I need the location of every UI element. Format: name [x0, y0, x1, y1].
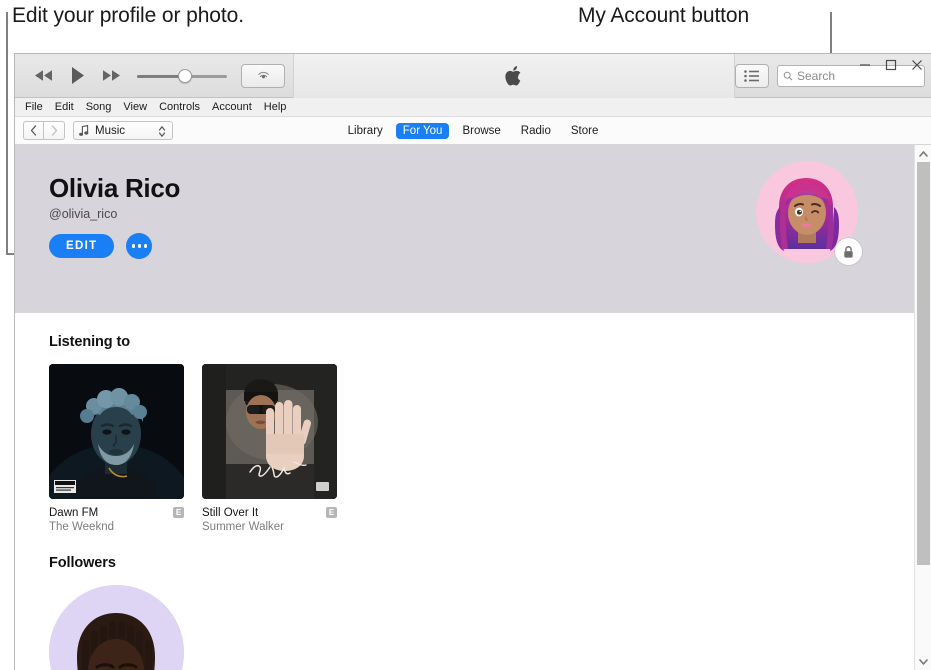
scroll-down-button[interactable]	[915, 653, 931, 670]
volume-knob[interactable]	[178, 68, 192, 83]
rewind-icon[interactable]	[27, 62, 61, 90]
nav-arrows	[23, 121, 65, 140]
album-title: Still Over It	[202, 507, 259, 519]
album-artwork-still-over-it[interactable]	[202, 364, 337, 499]
album-title: Dawn FM	[49, 507, 99, 519]
scroll-viewport: Olivia Rico @olivia_rico EDIT Listening …	[15, 145, 914, 670]
menu-item-file[interactable]: File	[19, 98, 49, 117]
menu-item-controls[interactable]: Controls	[153, 98, 206, 117]
itunes-window: Search File Edit Song View Controls Acco…	[14, 53, 931, 670]
back-button[interactable]	[23, 121, 44, 140]
private-lock-badge	[835, 238, 862, 265]
scroll-up-button[interactable]	[915, 145, 931, 162]
listening-to-section: Listening to Dawn FM The Weeknd E Still …	[15, 334, 914, 534]
screenshot-root: Edit your profile or photo. My Account b…	[0, 0, 931, 670]
menu-item-account[interactable]: Account	[206, 98, 258, 117]
search-icon	[783, 71, 793, 81]
profile-name: Olivia Rico	[49, 173, 181, 203]
tab-library[interactable]: Library	[341, 123, 390, 139]
annotation-label-my-account: My Account button	[578, 4, 750, 27]
album-card[interactable]: Still Over It Summer Walker E	[202, 364, 337, 534]
up-next-icon[interactable]	[735, 63, 769, 88]
menu-item-song[interactable]: Song	[80, 98, 118, 117]
tab-radio[interactable]: Radio	[514, 123, 558, 139]
menu-bar: File Edit Song View Controls Account Hel…	[15, 98, 931, 117]
followers-row	[49, 585, 880, 670]
account-avatar[interactable]	[756, 161, 862, 265]
tab-browse[interactable]: Browse	[455, 123, 507, 139]
album-row: Dawn FM The Weeknd E Still Over It Summe…	[49, 364, 880, 534]
close-button[interactable]	[910, 58, 923, 71]
airplay-button[interactable]	[241, 63, 285, 88]
fast-forward-icon[interactable]	[95, 62, 129, 90]
chevron-updown-icon	[158, 126, 166, 137]
album-artwork-dawn-fm[interactable]	[49, 364, 184, 499]
minimize-button[interactable]	[858, 58, 871, 71]
album-artist: The Weeknd	[49, 521, 114, 533]
edit-button[interactable]: EDIT	[49, 234, 115, 258]
window-titlebar: Search	[15, 54, 931, 98]
tab-store[interactable]: Store	[564, 123, 606, 139]
window-controls	[858, 58, 923, 71]
volume-slider[interactable]	[137, 65, 227, 87]
music-note-icon	[79, 124, 89, 136]
profile-header: Olivia Rico @olivia_rico EDIT	[15, 145, 914, 313]
explicit-badge: E	[173, 507, 184, 518]
scroll-thumb[interactable]	[917, 162, 930, 565]
transport-controls	[15, 62, 285, 90]
menu-item-view[interactable]: View	[117, 98, 153, 117]
tab-for-you[interactable]: For You	[395, 122, 450, 139]
now-playing-display	[293, 54, 735, 98]
annotation-label-edit-profile: Edit your profile or photo.	[12, 4, 244, 27]
lock-icon	[844, 245, 853, 258]
content-area: Olivia Rico @olivia_rico EDIT Listening …	[15, 145, 931, 670]
forward-button[interactable]	[44, 121, 65, 140]
album-meta: Still Over It Summer Walker E	[202, 506, 337, 534]
source-dropdown[interactable]: Music	[73, 121, 173, 140]
album-card[interactable]: Dawn FM The Weeknd E	[49, 364, 184, 534]
profile-actions: EDIT	[49, 233, 153, 259]
album-artist: Summer Walker	[202, 521, 284, 533]
apple-logo-icon	[505, 65, 521, 86]
follower-avatar[interactable]	[49, 585, 184, 670]
album-meta: Dawn FM The Weeknd E	[49, 506, 184, 534]
more-options-button[interactable]	[126, 233, 153, 259]
menu-item-edit[interactable]: Edit	[49, 98, 80, 117]
source-label: Music	[95, 124, 126, 137]
maximize-button[interactable]	[884, 58, 897, 71]
menu-item-help[interactable]: Help	[258, 98, 293, 117]
play-icon[interactable]	[61, 62, 95, 90]
follower-card[interactable]	[49, 585, 184, 670]
followers-section: Followers	[15, 555, 914, 670]
search-placeholder: Search	[797, 68, 836, 83]
vertical-scrollbar[interactable]	[914, 145, 931, 670]
followers-title: Followers	[49, 555, 116, 571]
listening-to-title: Listening to	[49, 334, 130, 350]
profile-handle: @olivia_rico	[49, 207, 118, 221]
explicit-badge: E	[326, 507, 337, 518]
callout-line-edit-vertical	[6, 12, 8, 255]
navigation-bar: Music Library For You Browse Radio Store	[15, 117, 931, 145]
